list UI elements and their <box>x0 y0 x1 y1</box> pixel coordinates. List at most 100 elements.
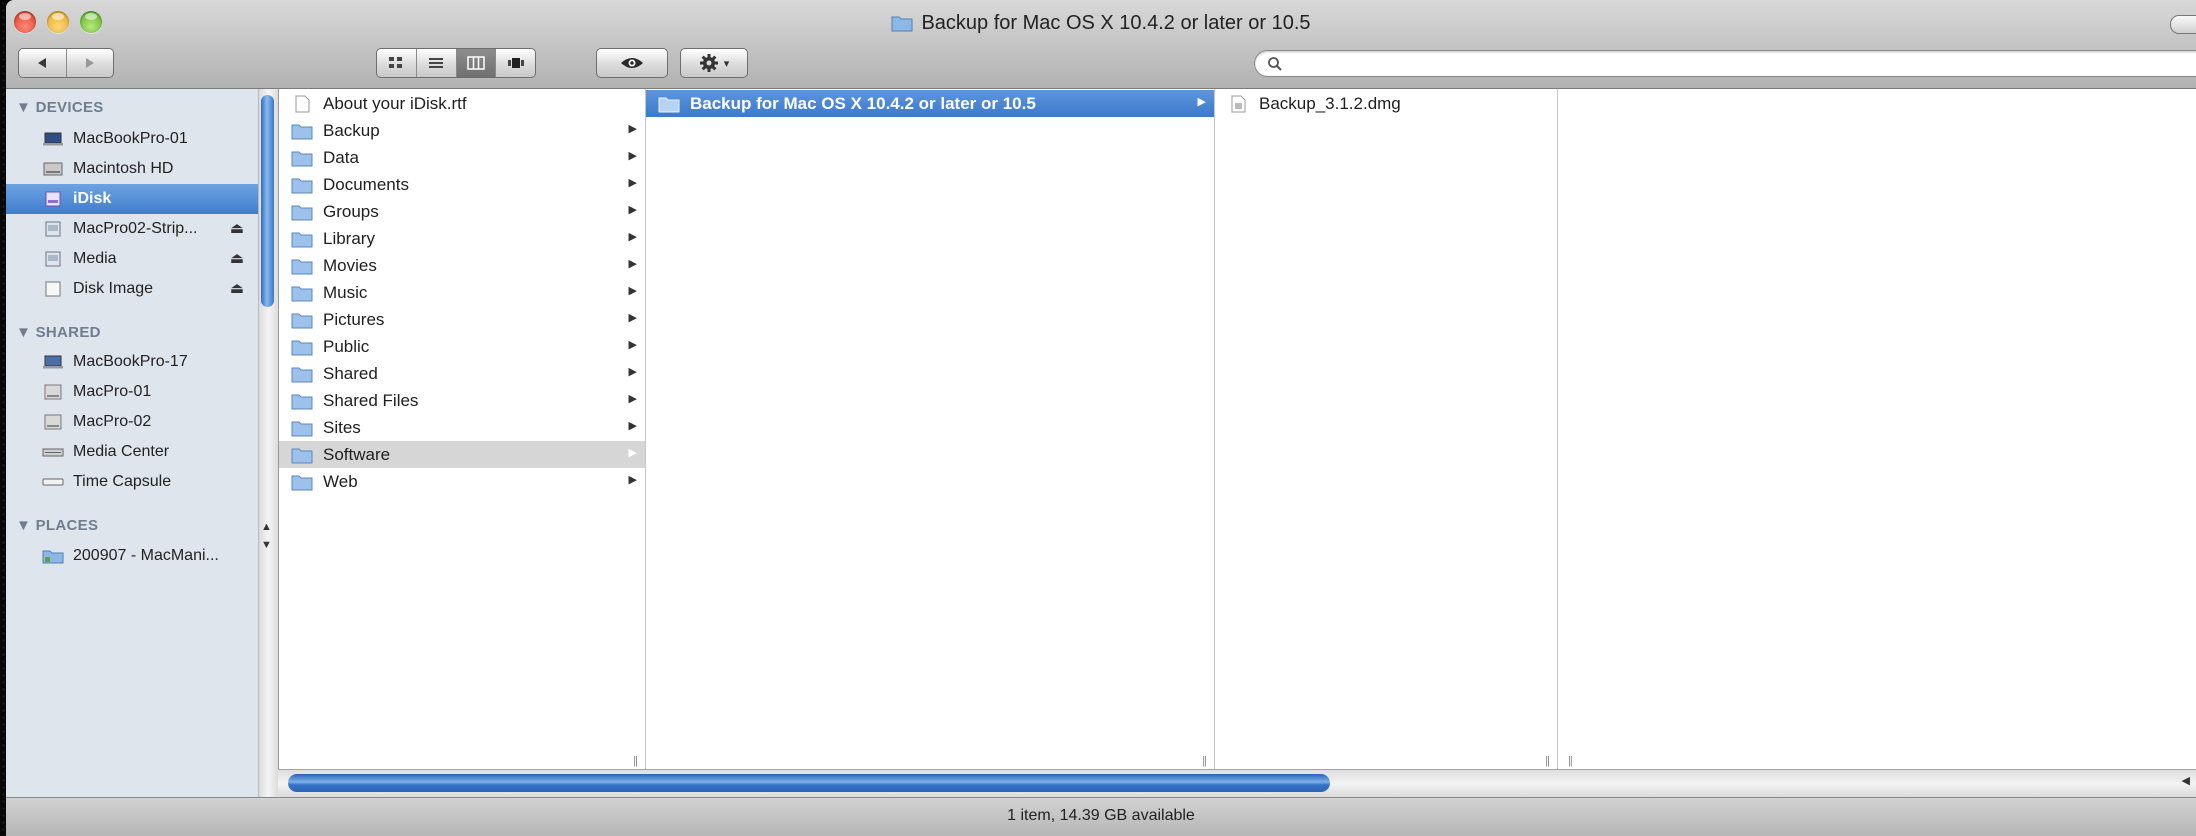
list-item-label: Data <box>323 147 359 167</box>
list-item[interactable]: Public ▶ <box>279 333 645 360</box>
sidebar-item-label: MacBookPro-17 <box>73 353 188 370</box>
sidebar-scroll-thumb[interactable] <box>261 95 274 307</box>
document-icon <box>295 95 310 112</box>
icon-view-icon <box>389 57 403 68</box>
disclosure-arrow-icon: ▶ <box>628 393 637 405</box>
forward-button[interactable] <box>65 49 114 77</box>
sidebar-item-time-capsule[interactable]: Time Capsule <box>6 467 258 497</box>
sidebar-item-label: Media Center <box>73 443 170 460</box>
sidebar-item-label: iDisk <box>73 190 112 207</box>
sidebar-header-places[interactable]: ▼ PLACES <box>16 517 98 534</box>
back-button[interactable] <box>19 49 66 77</box>
quick-look-button[interactable] <box>596 48 668 78</box>
list-item-label: Sites <box>323 417 361 437</box>
disk-image-icon <box>45 251 61 267</box>
sidebar-item-label: MacPro02-Strip... <box>73 220 198 237</box>
sidebar-item-macpro02-strip[interactable]: MacPro02-Strip... ⏏ <box>6 214 258 244</box>
list-item[interactable]: Music ▶ <box>279 279 645 306</box>
column-idisk: About your iDisk.rtf Backup ▶ Data ▶ Doc… <box>279 89 646 797</box>
eye-icon <box>621 58 643 68</box>
status-text: 1 item, 14.39 GB available <box>1007 807 1195 824</box>
column-view-icon <box>467 56 485 70</box>
sidebar-item-media[interactable]: Media ⏏ <box>6 244 258 274</box>
folder-icon <box>291 232 313 247</box>
folder-icon <box>291 421 313 436</box>
cover-flow-button[interactable] <box>495 49 535 77</box>
search-input[interactable] <box>1289 54 2153 75</box>
list-item-label: Backup <box>323 120 380 140</box>
list-item-label: Web <box>323 471 358 491</box>
sidebar-item-macbookpro-01[interactable]: MacBookPro-01 <box>6 124 258 154</box>
chevron-down-icon: ▾ <box>723 57 730 70</box>
list-item[interactable]: Documents ▶ <box>279 171 645 198</box>
folder-icon <box>291 178 313 193</box>
list-item[interactable]: Shared Files ▶ <box>279 387 645 414</box>
disclosure-arrow-icon: ▶ <box>628 474 637 486</box>
list-item[interactable]: Pictures ▶ <box>279 306 645 333</box>
list-item[interactable]: Data ▶ <box>279 144 645 171</box>
disclosure-arrow-icon: ▶ <box>628 123 637 135</box>
sidebar-header-shared[interactable]: ▼ SHARED <box>16 324 101 341</box>
sidebar-item-macpro-02[interactable]: MacPro-02 <box>6 407 258 437</box>
list-item[interactable]: Movies ▶ <box>279 252 645 279</box>
folder-icon <box>291 259 313 274</box>
list-view-button[interactable] <box>415 49 456 77</box>
sidebar-header-devices[interactable]: ▼ DEVICES <box>16 99 104 116</box>
sidebar-item-macintosh-hd[interactable]: Macintosh HD <box>6 154 258 184</box>
list-item[interactable]: Shared ▶ <box>279 360 645 387</box>
list-item[interactable]: Backup_3.1.2.dmg <box>1215 90 1557 117</box>
list-item-label: Public <box>323 336 370 356</box>
list-item-label: Music <box>323 282 368 302</box>
sidebar-item-media-center[interactable]: Media Center <box>6 437 258 467</box>
icon-view-button[interactable] <box>377 49 416 77</box>
list-item[interactable]: Web ▶ <box>279 468 645 495</box>
list-item-selected[interactable]: Software ▶ <box>279 441 645 468</box>
horizontal-scrollbar[interactable]: ◀ <box>278 769 2196 798</box>
folder-icon <box>291 151 313 166</box>
list-item[interactable]: Sites ▶ <box>279 414 645 441</box>
column-resize-grip[interactable]: || <box>1202 755 1207 767</box>
window-title-text: Backup for Mac OS X 10.4.2 or later or 1… <box>921 12 1311 34</box>
column-resize-grip[interactable]: || <box>1568 755 1573 767</box>
column-resize-grip[interactable]: || <box>1545 755 1550 767</box>
sidebar-item-macpro-01[interactable]: MacPro-01 <box>6 377 258 407</box>
folder-icon <box>291 367 313 382</box>
list-item[interactable]: Groups ▶ <box>279 198 645 225</box>
sidebar-item-macbookpro-17[interactable]: MacBookPro-17 <box>6 347 258 377</box>
laptop-icon <box>43 355 63 369</box>
sidebar-item-label: Disk Image <box>73 280 154 297</box>
hard-drive-icon <box>43 162 63 176</box>
disk-image-icon <box>45 221 61 237</box>
horizontal-scroll-thumb[interactable] <box>288 774 1330 792</box>
list-item-selected[interactable]: Backup for Mac OS X 10.4.2 or later or 1… <box>646 90 1214 117</box>
list-item[interactable]: About your iDisk.rtf <box>279 90 645 117</box>
action-menu-button[interactable]: ▾ <box>680 48 748 78</box>
column-empty: || <box>1558 89 2196 797</box>
folder-icon <box>891 16 913 32</box>
sidebar-item-200907-macmani[interactable]: 200907 - MacMani... <box>6 541 258 571</box>
sidebar-item-disk-image[interactable]: Disk Image ⏏ <box>6 274 258 304</box>
list-item[interactable]: Backup ▶ <box>279 117 645 144</box>
search-field[interactable] <box>1254 50 2196 77</box>
search-icon <box>1268 57 1282 71</box>
list-item[interactable]: Library ▶ <box>279 225 645 252</box>
scroll-down-arrow-icon[interactable]: ▼ <box>261 539 272 551</box>
list-item-label: Groups <box>323 201 379 221</box>
column-resize-grip[interactable]: || <box>633 755 638 767</box>
disclosure-arrow-icon: ▶ <box>628 420 637 432</box>
list-item-label: Movies <box>323 255 377 275</box>
list-item-label: Backup for Mac OS X 10.4.2 or later or 1… <box>690 93 1036 113</box>
disclosure-arrow-icon: ▶ <box>628 150 637 162</box>
scroll-up-arrow-icon[interactable]: ▲ <box>261 521 272 533</box>
sidebar-item-label: Time Capsule <box>73 473 172 490</box>
sidebar-item-idisk[interactable]: iDisk <box>6 184 258 214</box>
column-view-button[interactable] <box>455 49 496 77</box>
eject-icon[interactable]: ⏏ <box>230 219 244 237</box>
eject-icon[interactable]: ⏏ <box>230 249 244 267</box>
toolbar-toggle-button[interactable] <box>2170 15 2196 34</box>
eject-icon[interactable]: ⏏ <box>230 279 244 297</box>
sidebar-item-label: 200907 - MacMani... <box>73 547 219 564</box>
folder-icon <box>291 394 313 409</box>
scroll-left-arrow-icon[interactable]: ◀ <box>2182 774 2190 787</box>
disclosure-arrow-icon: ▶ <box>628 285 637 297</box>
